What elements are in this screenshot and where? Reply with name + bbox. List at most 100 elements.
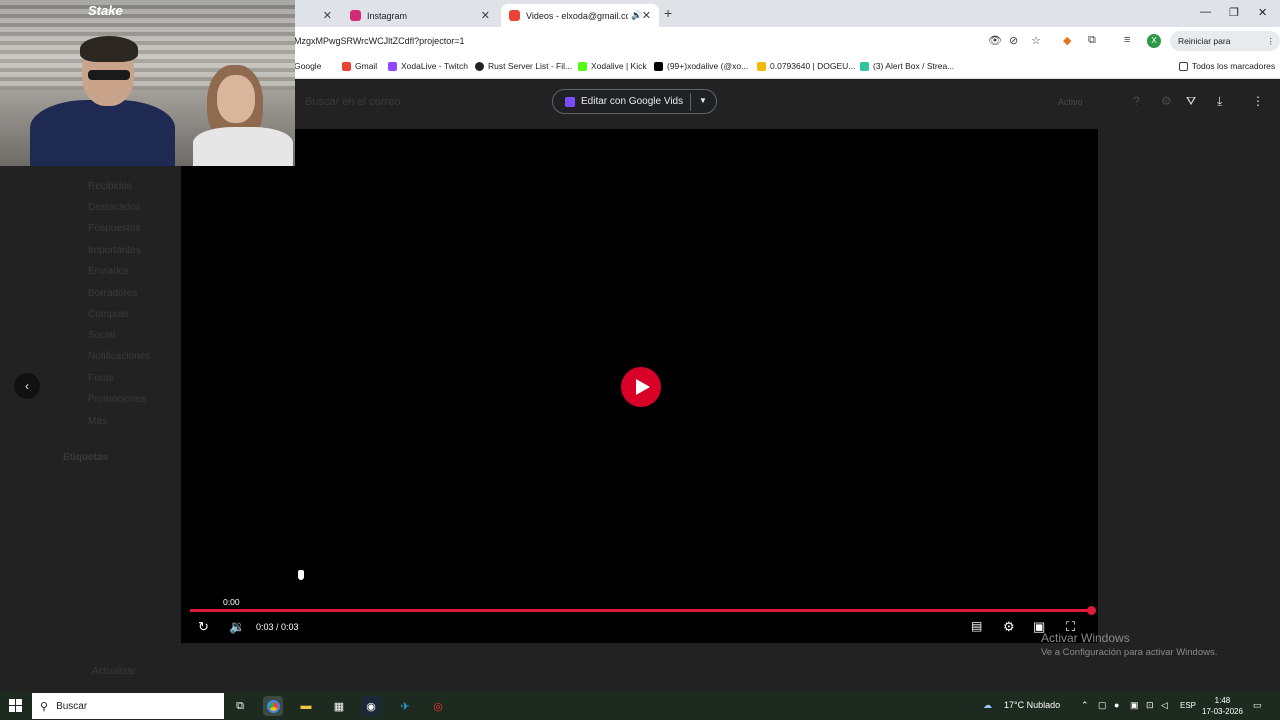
- close-tab-icon[interactable]: ✕: [323, 9, 332, 22]
- tray-overflow-icon[interactable]: ⌃: [1081, 700, 1089, 711]
- nav-item-borradores[interactable]: Borradores: [88, 288, 137, 299]
- bookmark-alertbox[interactable]: (3) Alert Box / Strea...: [860, 61, 954, 71]
- scrub-tooltip: 0:00: [223, 597, 240, 607]
- nav-item-social[interactable]: Social: [88, 330, 115, 341]
- progress-bar[interactable]: [190, 606, 1096, 615]
- edit-with-vids-button[interactable]: Editar con Google Vids ▼: [552, 89, 717, 114]
- add-to-drive-icon[interactable]: ⛛: [1186, 94, 1196, 109]
- tray-device-icon[interactable]: ▣: [1130, 700, 1139, 711]
- nav-item-mas[interactable]: Más: [88, 416, 107, 427]
- nav-item-pospuestos[interactable]: Pospuestos: [88, 223, 140, 234]
- captions-icon[interactable]: ▤: [971, 619, 982, 633]
- settings-icon[interactable]: ⚙: [1161, 94, 1172, 108]
- gmail-search-input[interactable]: Buscar en el correo: [305, 96, 400, 108]
- progress-handle[interactable]: [1087, 606, 1096, 615]
- metamask-icon[interactable]: ◆: [1063, 34, 1071, 47]
- nav-item-importantes[interactable]: Importantes: [88, 245, 141, 256]
- time-display: 0:03 / 0:03: [256, 622, 299, 632]
- reading-list-icon[interactable]: ≡: [1124, 34, 1130, 46]
- telegram-icon[interactable]: ✈: [395, 696, 415, 716]
- instagram-icon: [350, 10, 361, 21]
- chevron-down-icon[interactable]: ▼: [699, 96, 707, 105]
- weather-text[interactable]: 17°C Nublado: [1004, 700, 1060, 710]
- audio-playing-icon[interactable]: 🔊: [631, 10, 642, 21]
- tab-instagram[interactable]: Instagram ✕: [342, 4, 498, 27]
- nav-item-recibidos[interactable]: Recibidos: [88, 181, 132, 192]
- bookmark-rust[interactable]: Rust Server List - Fil...: [475, 61, 572, 71]
- tab-previous[interactable]: ✕: [295, 4, 340, 27]
- settings-gear-icon[interactable]: ⚙: [1003, 619, 1015, 635]
- nav-item-enviados[interactable]: Enviados: [88, 266, 129, 277]
- tracking-protection-icon[interactable]: ⊘: [1009, 34, 1018, 47]
- previous-arrow-icon[interactable]: ‹: [14, 373, 40, 399]
- gmail-icon: [509, 10, 520, 21]
- extensions-icon[interactable]: ⧉: [1088, 34, 1096, 47]
- store-icon[interactable]: ▦: [329, 696, 349, 716]
- nav-item-foros[interactable]: Foros: [88, 373, 114, 384]
- vids-icon: [565, 96, 575, 107]
- language-indicator[interactable]: ESP: [1180, 701, 1196, 710]
- bookmark-star-icon[interactable]: ☆: [1031, 34, 1041, 47]
- gmail-icon: [342, 61, 351, 71]
- notifications-icon[interactable]: ▭: [1253, 700, 1262, 711]
- tab-videos[interactable]: Videos - elxoda@gmail.com 🔊 ✕: [501, 4, 659, 27]
- tiktok-icon: [654, 61, 663, 71]
- obs-icon[interactable]: ◎: [428, 696, 448, 716]
- webcam-overlay: Stake: [0, 0, 295, 166]
- twitch-icon: [388, 61, 397, 71]
- bookmark-tiktok[interactable]: (99+)xodalive (@xo...: [654, 61, 748, 71]
- taskbar-search-input[interactable]: ⚲ Buscar: [32, 693, 224, 719]
- task-view-icon[interactable]: ⧉: [230, 696, 250, 716]
- file-explorer-icon[interactable]: ▬: [296, 696, 316, 716]
- bookmark-label: (99+)xodalive (@xo...: [667, 61, 749, 71]
- restore-button[interactable]: ❐: [1229, 6, 1239, 19]
- video-player[interactable]: 0:00 ↻ 🔉 0:03 / 0:03 ▤ ⚙ ▣ ⛶: [181, 129, 1098, 643]
- nav-item-destacados[interactable]: Destacados: [88, 202, 141, 213]
- all-bookmarks[interactable]: Todos los marcadores: [1179, 61, 1275, 71]
- restart-update-button[interactable]: Reiniciar para actualizar ⋮: [1170, 31, 1280, 66]
- close-window-button[interactable]: ✕: [1258, 6, 1267, 19]
- bookmark-google[interactable]: Google: [294, 61, 321, 71]
- network-icon[interactable]: ⊡: [1146, 700, 1154, 711]
- steam-icon[interactable]: ◉: [361, 696, 381, 716]
- nav-item-notificaciones[interactable]: Notificaciones: [88, 351, 150, 362]
- status-indicator[interactable]: Activo: [1058, 97, 1083, 107]
- labels-title: Etiquetas: [63, 452, 109, 463]
- tab-title: Videos - elxoda@gmail.com: [526, 10, 628, 21]
- chrome-icon[interactable]: [263, 696, 283, 716]
- replay-icon[interactable]: ↻: [198, 619, 209, 635]
- nav-item-compras[interactable]: Compras: [88, 309, 129, 320]
- weather-icon[interactable]: ☁: [983, 700, 992, 711]
- clock-date: 17-03-2026: [1202, 707, 1243, 716]
- nav-item-promociones[interactable]: Promociones: [88, 394, 146, 405]
- kick-icon: [578, 61, 587, 71]
- bookmark-gmail[interactable]: Gmail: [342, 61, 377, 71]
- more-options-icon[interactable]: ⋮: [1252, 94, 1264, 108]
- bookmark-dogeusdt[interactable]: 0.0793640 | DOGEU...: [757, 61, 855, 71]
- close-tab-icon[interactable]: ✕: [642, 9, 651, 22]
- folder-icon: [1179, 61, 1188, 71]
- bookmark-label: 0.0793640 | DOGEU...: [770, 61, 856, 71]
- microphone-icon[interactable]: ●: [1114, 700, 1119, 710]
- profile-avatar[interactable]: X: [1147, 34, 1161, 48]
- close-tab-icon[interactable]: ✕: [481, 9, 490, 22]
- bookmark-label: Google: [294, 61, 322, 71]
- update-link[interactable]: Actualizar: [92, 666, 136, 677]
- eye-icon[interactable]: 👁: [988, 34, 1002, 47]
- minimize-button[interactable]: —: [1200, 6, 1211, 18]
- windows-start-icon[interactable]: [9, 699, 22, 712]
- play-button[interactable]: [621, 367, 661, 407]
- bookmark-label: Todos los marcadores: [1192, 61, 1276, 71]
- new-tab-button[interactable]: +: [664, 5, 672, 21]
- tray-app-icon[interactable]: ▢: [1098, 700, 1107, 711]
- edit-button-label: Editar con Google Vids: [581, 96, 684, 107]
- help-icon[interactable]: ?: [1133, 94, 1140, 108]
- speaker-icon[interactable]: ◁: [1161, 700, 1168, 711]
- bookmark-label: Xodalive | Kick: [591, 61, 647, 71]
- volume-icon[interactable]: 🔉: [229, 619, 245, 635]
- download-icon[interactable]: ⤓: [1217, 94, 1222, 109]
- bookmark-twitch[interactable]: XodaLive - Twitch: [388, 61, 468, 71]
- bookmark-kick[interactable]: Xodalive | Kick: [578, 61, 647, 71]
- system-clock[interactable]: 1:48 17-03-2026: [1202, 695, 1243, 717]
- address-bar[interactable]: MzgxMPwgSRWrcWCJltZCdfl?projector=1: [294, 36, 464, 46]
